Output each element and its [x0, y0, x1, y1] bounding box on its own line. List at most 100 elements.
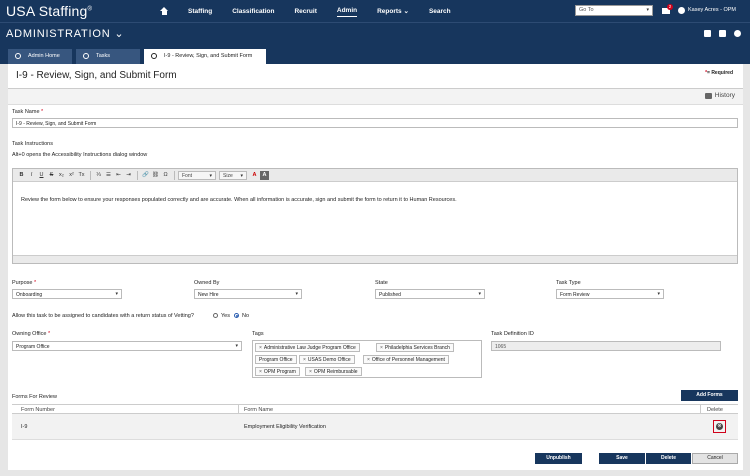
- form-number-cell: I-9: [21, 424, 28, 430]
- tag-chip[interactable]: Program Office: [255, 355, 297, 364]
- col-form-name: Form Name: [244, 407, 274, 413]
- tag-chip[interactable]: × USAS Demo Office: [299, 355, 355, 364]
- goto-select[interactable]: Go To ▾: [575, 5, 653, 16]
- history-button[interactable]: History: [704, 92, 735, 99]
- vetting-no-radio[interactable]: [234, 313, 239, 318]
- vetting-yes-radio[interactable]: [213, 313, 218, 318]
- main-nav: Staffing Classification Recruit Admin Re…: [160, 0, 471, 22]
- link-icon[interactable]: 🔗: [141, 171, 150, 180]
- chevron-down-icon: ▾: [235, 343, 238, 349]
- refresh-icon: [151, 53, 157, 59]
- special-char-icon[interactable]: Ω: [161, 171, 170, 180]
- chat-icon[interactable]: [719, 30, 726, 37]
- tag-chip[interactable]: × Administrative Law Judge Program Office: [255, 343, 360, 352]
- module-title[interactable]: ADMINISTRATION ⌄: [6, 27, 124, 40]
- tab-bar: Admin Home Tasks I-9 - Review, Sign, and…: [0, 44, 750, 64]
- task-panel: I-9 - Review, Sign, and Submit Form *= R…: [8, 64, 743, 470]
- owned-by-label: Owned By: [194, 280, 220, 286]
- briefcase-icon[interactable]: [704, 30, 711, 37]
- task-name-input[interactable]: I-9 - Review, Sign, and Submit Form: [12, 118, 738, 128]
- brand-logo[interactable]: USA Staffing®: [6, 3, 92, 19]
- owning-office-select[interactable]: Program Office ▾: [12, 341, 242, 351]
- accessibility-hint: Alt+0 opens the Accessibility Instructio…: [12, 152, 148, 158]
- instructions-text[interactable]: Review the form below to ensure your res…: [21, 197, 457, 203]
- task-name-label: Task Name *: [12, 109, 44, 115]
- add-forms-button[interactable]: Add Forms: [681, 390, 738, 401]
- tag-chip[interactable]: × Office of Personnel Management: [363, 355, 449, 364]
- close-icon[interactable]: ×: [259, 345, 262, 351]
- print-icon: [704, 93, 712, 99]
- delete-row-button[interactable]: ⊗: [713, 420, 726, 433]
- page-title: I-9 - Review, Sign, and Submit Form: [16, 70, 177, 81]
- history-bar: History: [8, 89, 743, 105]
- close-icon[interactable]: ×: [303, 357, 306, 363]
- tab-admin-home[interactable]: Admin Home: [8, 49, 72, 64]
- col-form-number: Form Number: [21, 407, 55, 413]
- editor-toolbar: B I U S x₂ x² Tx ⅓ ☰ ⇤ ⇥ 🔗 ⛓ Ω Font ▾ Siz…: [13, 169, 737, 182]
- purpose-label: Purpose *: [12, 280, 37, 286]
- numbered-list-icon[interactable]: ⅓: [94, 171, 103, 180]
- vetting-no-label: No: [242, 313, 250, 319]
- home-icon[interactable]: [160, 7, 168, 15]
- state-select[interactable]: Published ▾: [375, 289, 485, 299]
- tags-label: Tags: [252, 331, 264, 337]
- mail-count-badge: 2: [667, 4, 673, 10]
- chevron-down-icon: ▾: [115, 291, 118, 297]
- italic-button[interactable]: I: [27, 171, 36, 180]
- tags-input[interactable]: × Administrative Law Judge Program Office…: [252, 340, 482, 378]
- chevron-down-icon: ⌄: [403, 8, 409, 15]
- close-icon[interactable]: ×: [367, 357, 370, 363]
- bold-button[interactable]: B: [17, 171, 26, 180]
- tab-current-task[interactable]: I-9 - Review, Sign, and Submit Form: [144, 49, 266, 64]
- table-row: I-9 Employment Eligibility Verification …: [12, 414, 738, 440]
- close-icon[interactable]: ×: [259, 369, 262, 375]
- unlink-icon[interactable]: ⛓: [151, 171, 160, 180]
- delete-icon: ⊗: [716, 423, 723, 430]
- subscript-button[interactable]: x₂: [57, 171, 66, 180]
- text-color-icon[interactable]: A: [250, 171, 259, 180]
- task-type-label: Task Type: [556, 280, 581, 286]
- task-instructions-label: Task Instructions: [12, 141, 53, 147]
- state-label: State: [375, 280, 388, 286]
- cancel-button[interactable]: Cancel: [692, 453, 738, 464]
- font-select[interactable]: Font ▾: [178, 170, 216, 180]
- nav-recruit[interactable]: Recruit: [294, 6, 316, 17]
- instructions-editor[interactable]: B I U S x₂ x² Tx ⅓ ☰ ⇤ ⇥ 🔗 ⛓ Ω Font ▾ Siz…: [12, 168, 738, 264]
- tag-chip[interactable]: × Philadelphia Services Branch: [376, 343, 454, 352]
- underline-button[interactable]: U: [37, 171, 46, 180]
- chevron-down-icon: ▾: [657, 291, 660, 297]
- task-type-select[interactable]: Form Review ▾: [556, 289, 664, 299]
- nav-admin[interactable]: Admin: [336, 5, 358, 17]
- nav-search[interactable]: Search: [429, 6, 451, 17]
- size-select[interactable]: Size ▾: [219, 170, 247, 180]
- editor-resize-bar[interactable]: [13, 255, 737, 263]
- bulleted-list-icon[interactable]: ☰: [104, 171, 113, 180]
- tab-tasks[interactable]: Tasks: [76, 49, 140, 64]
- outdent-icon[interactable]: ⇤: [114, 171, 123, 180]
- nav-reports[interactable]: Reports ⌄: [377, 5, 409, 17]
- close-icon[interactable]: ×: [309, 369, 312, 375]
- unpublish-button[interactable]: Unpublish: [535, 453, 582, 464]
- clear-format-button[interactable]: Tx: [77, 171, 86, 180]
- nav-staffing[interactable]: Staffing: [188, 6, 212, 17]
- owned-by-select[interactable]: New Hire ▾: [194, 289, 302, 299]
- chevron-down-icon: ▾: [295, 291, 298, 297]
- refresh-icon: [83, 53, 89, 59]
- nav-classification[interactable]: Classification: [232, 6, 274, 17]
- indent-icon[interactable]: ⇥: [124, 171, 133, 180]
- superscript-button[interactable]: x²: [67, 171, 76, 180]
- close-icon[interactable]: ×: [380, 345, 383, 351]
- tag-chip[interactable]: × OPM Program: [255, 367, 300, 376]
- help-icon[interactable]: [734, 30, 741, 37]
- chevron-down-icon: ▾: [478, 291, 481, 297]
- user-icon: [678, 7, 685, 14]
- bg-color-icon[interactable]: A: [260, 170, 269, 180]
- column-divider: [700, 405, 701, 413]
- strike-button[interactable]: S: [47, 171, 56, 180]
- tag-chip[interactable]: × OPM Reimbursable: [305, 367, 362, 376]
- purpose-select[interactable]: Onboarding ▾: [12, 289, 122, 299]
- user-menu[interactable]: Kasey Acres - OPM: [688, 7, 736, 13]
- vetting-question: Allow this task to be assigned to candid…: [12, 313, 194, 319]
- delete-button[interactable]: Delete: [646, 453, 691, 464]
- save-button[interactable]: Save: [599, 453, 645, 464]
